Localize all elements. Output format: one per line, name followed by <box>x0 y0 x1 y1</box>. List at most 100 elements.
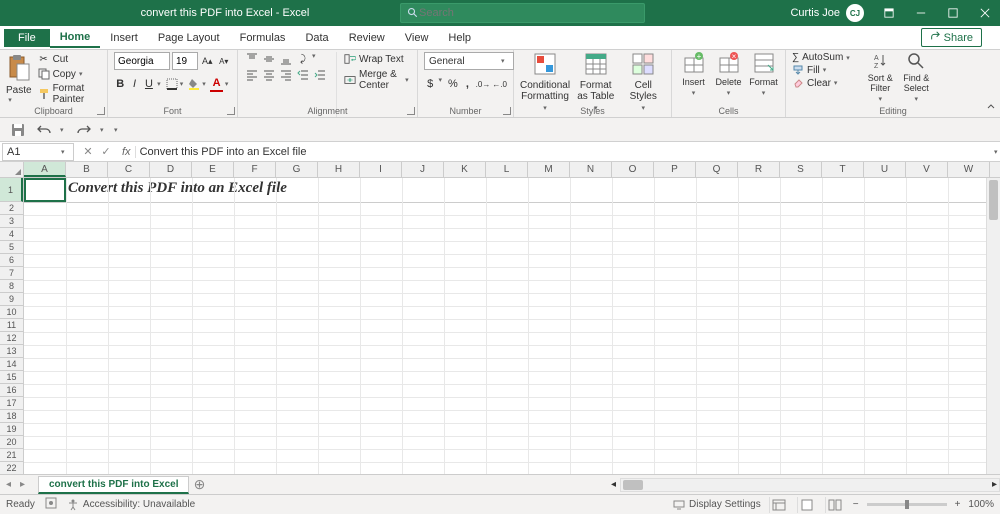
row-header[interactable]: 10 <box>0 306 23 319</box>
column-header[interactable]: U <box>864 162 906 177</box>
wrap-text-button[interactable]: Wrap Text <box>343 52 411 66</box>
row-header[interactable]: 6 <box>0 254 23 267</box>
page-layout-view-button[interactable] <box>797 497 817 513</box>
row-header[interactable]: 22 <box>0 462 23 474</box>
row-header[interactable]: 11 <box>0 319 23 332</box>
row-header[interactable]: 8 <box>0 280 23 293</box>
formula-bar[interactable]: Convert this PDF into an Excel file <box>135 146 988 158</box>
format-painter-button[interactable]: Format Painter <box>36 82 101 106</box>
autosum-button[interactable]: ∑AutoSum▾ <box>792 52 854 63</box>
row-header[interactable]: 15 <box>0 371 23 384</box>
column-header[interactable]: I <box>360 162 402 177</box>
row-header[interactable]: 9 <box>0 293 23 306</box>
column-header[interactable]: K <box>444 162 486 177</box>
row-header[interactable]: 17 <box>0 397 23 410</box>
maximize-button[interactable] <box>938 0 968 26</box>
tab-view[interactable]: View <box>395 29 439 47</box>
cells-area[interactable]: Convert this PDF into an Excel file <box>24 178 1000 474</box>
fill-color-button[interactable] <box>188 76 200 92</box>
tab-insert[interactable]: Insert <box>100 29 148 47</box>
dialog-launcher-icon[interactable] <box>97 107 105 115</box>
share-button[interactable]: Share <box>921 28 982 47</box>
zoom-in-button[interactable]: + <box>955 499 961 510</box>
row-header[interactable]: 7 <box>0 267 23 280</box>
qat-customize-button[interactable]: ▾ <box>114 126 122 134</box>
border-button[interactable] <box>165 76 177 92</box>
tab-file[interactable]: File <box>4 29 50 47</box>
column-header[interactable]: E <box>192 162 234 177</box>
tab-page-layout[interactable]: Page Layout <box>148 29 230 47</box>
close-button[interactable] <box>970 0 1000 26</box>
row-header[interactable]: 5 <box>0 241 23 254</box>
column-header[interactable]: P <box>654 162 696 177</box>
collapse-ribbon-button[interactable] <box>986 102 996 115</box>
dialog-launcher-icon[interactable] <box>227 107 235 115</box>
zoom-level[interactable]: 100% <box>968 499 994 510</box>
row-header[interactable]: 19 <box>0 423 23 436</box>
percent-format-button[interactable]: % <box>447 76 459 92</box>
bold-button[interactable]: B <box>114 76 126 92</box>
column-header[interactable]: D <box>150 162 192 177</box>
underline-button[interactable]: U <box>143 76 155 92</box>
row-header[interactable]: 20 <box>0 436 23 449</box>
fill-button[interactable]: Fill▾ <box>792 64 854 76</box>
row-header[interactable]: 12 <box>0 332 23 345</box>
tab-formulas[interactable]: Formulas <box>230 29 296 47</box>
scroll-left-icon[interactable]: ◂ <box>611 479 616 490</box>
increase-indent-button[interactable] <box>312 68 328 82</box>
decrease-indent-button[interactable] <box>295 68 311 82</box>
cancel-formula-button[interactable]: ✕ <box>80 145 96 158</box>
italic-button[interactable]: I <box>128 76 140 92</box>
column-header[interactable]: T <box>822 162 864 177</box>
increase-font-button[interactable]: A▴ <box>200 53 215 69</box>
select-all-corner[interactable] <box>0 162 24 177</box>
column-header[interactable]: J <box>402 162 444 177</box>
tab-home[interactable]: Home <box>50 28 101 48</box>
align-center-button[interactable] <box>261 68 277 82</box>
sheet-tab[interactable]: convert this PDF into Excel <box>38 476 189 494</box>
search-box[interactable] <box>400 3 645 23</box>
column-header[interactable]: W <box>948 162 990 177</box>
search-input[interactable] <box>419 7 638 19</box>
column-header[interactable]: N <box>570 162 612 177</box>
normal-view-button[interactable] <box>769 497 789 513</box>
copy-button[interactable]: Copy▾ <box>36 67 101 81</box>
sheet-nav-prev-button[interactable]: ◂ <box>6 479 18 490</box>
column-header[interactable]: Q <box>696 162 738 177</box>
fx-icon[interactable]: fx <box>118 146 135 158</box>
row-header[interactable]: 16 <box>0 384 23 397</box>
undo-button[interactable] <box>34 120 54 140</box>
zoom-slider[interactable] <box>867 503 947 506</box>
column-header[interactable]: O <box>612 162 654 177</box>
row-header[interactable]: 14 <box>0 358 23 371</box>
row-header[interactable]: 18 <box>0 410 23 423</box>
column-header[interactable]: S <box>780 162 822 177</box>
scrollbar-thumb[interactable] <box>623 480 643 490</box>
page-break-view-button[interactable] <box>825 497 845 513</box>
column-header[interactable]: H <box>318 162 360 177</box>
display-settings-button[interactable]: Display Settings <box>673 499 761 510</box>
column-header[interactable]: V <box>906 162 948 177</box>
clear-button[interactable]: Clear▾ <box>792 77 854 89</box>
align-bottom-button[interactable] <box>278 52 294 66</box>
scrollbar-thumb[interactable] <box>989 180 998 220</box>
macro-record-icon[interactable] <box>45 497 57 512</box>
font-color-button[interactable]: A <box>210 76 222 92</box>
accessibility-status[interactable]: Accessibility: Unavailable <box>67 499 195 511</box>
column-header[interactable]: F <box>234 162 276 177</box>
comma-format-button[interactable]: , <box>461 76 473 92</box>
column-header[interactable]: A <box>24 162 66 177</box>
redo-dropdown[interactable]: ▾ <box>100 126 108 134</box>
save-button[interactable] <box>8 120 28 140</box>
vertical-scrollbar[interactable] <box>986 178 1000 474</box>
new-sheet-button[interactable]: ⊕ <box>189 476 209 493</box>
align-right-button[interactable] <box>278 68 294 82</box>
undo-dropdown[interactable]: ▾ <box>60 126 68 134</box>
zoom-slider-thumb[interactable] <box>905 500 909 509</box>
row-header[interactable]: 13 <box>0 345 23 358</box>
font-size-input[interactable] <box>172 52 198 70</box>
align-top-button[interactable] <box>244 52 260 66</box>
accounting-format-button[interactable]: $ <box>424 76 436 92</box>
decrease-font-button[interactable]: A▾ <box>217 53 232 69</box>
scroll-right-icon[interactable]: ▸ <box>992 479 997 490</box>
